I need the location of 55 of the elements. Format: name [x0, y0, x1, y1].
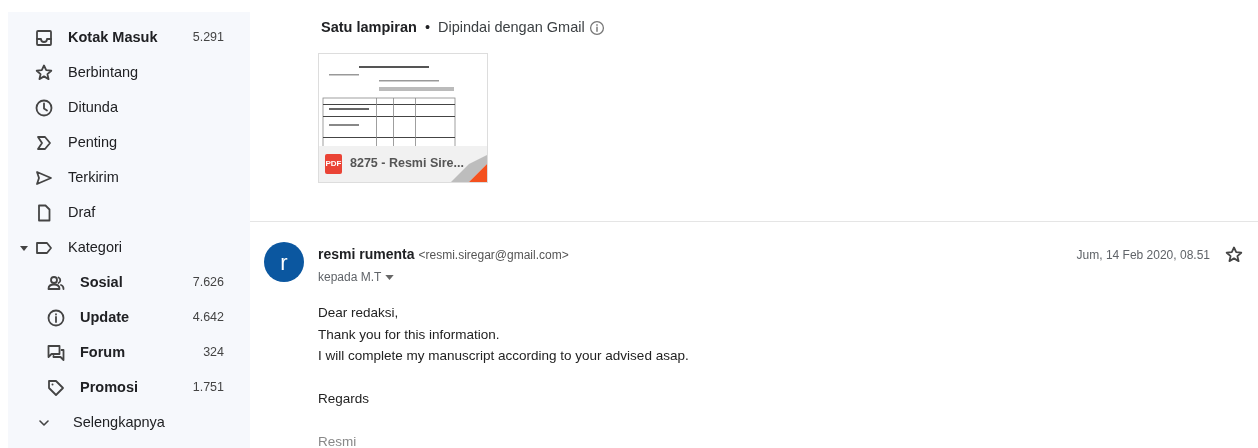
sidebar-item[interactable]: Update 4.642 — [8, 300, 250, 335]
chevron-down-icon — [39, 419, 49, 426]
sidebar-item[interactable]: Berbintang — [8, 55, 250, 90]
item-label: Draf — [68, 202, 97, 222]
unread-count: 1.751 — [192, 379, 224, 397]
dropdown-icon[interactable] — [385, 274, 395, 280]
item-label: Update — [80, 307, 131, 327]
item-label: Selengkapnya — [73, 412, 166, 432]
item-label: Sosial — [80, 272, 124, 292]
body-text: Dear redaksi, — [318, 304, 400, 322]
sidebar-item[interactable]: Kategori — [8, 230, 250, 265]
sidebar-item[interactable]: Terkirim — [8, 160, 250, 195]
recipient-text: kepada M.T — [318, 269, 382, 286]
body-text: Regards — [318, 390, 371, 408]
body-text: Thank you for this information. — [318, 325, 501, 344]
unread-count: 5.291 — [192, 29, 224, 47]
clock-icon — [34, 97, 54, 118]
sender-name: resmi rumenta — [318, 245, 415, 264]
message-date: Jum, 14 Feb 2020, 08.51 — [1076, 246, 1210, 264]
separator-dot: • — [424, 18, 430, 37]
unread-count: 324 — [203, 344, 224, 362]
inbox-icon — [34, 27, 54, 48]
item-label: Berbintang — [68, 62, 140, 82]
info-icon — [46, 307, 66, 328]
pdf-icon: PDF — [325, 153, 342, 174]
item-label: Kategori — [68, 237, 123, 257]
attachment-count: Satu lampiran — [321, 18, 417, 37]
item-label: Kotak Masuk — [68, 27, 159, 47]
body-text: I will complete my manuscript according to your advised asap. — [318, 347, 690, 365]
chat-icon — [46, 342, 66, 363]
item-label: Forum — [80, 342, 127, 362]
sidebar-item[interactable]: Draf — [8, 195, 250, 230]
star-icon — [34, 62, 54, 83]
unread-count: 7.626 — [192, 274, 224, 292]
sidebar-item[interactable]: Penting — [8, 125, 250, 160]
scan-note: Dipindai dengan Gmail — [437, 18, 585, 37]
sender-email: <resmi.siregar@gmail.com> — [418, 246, 569, 264]
avatar: r — [264, 242, 304, 282]
signature-text: Resmi — [318, 433, 358, 448]
info-icon[interactable] — [588, 19, 605, 36]
star-icon[interactable] — [1224, 244, 1244, 265]
sidebar-item[interactable]: Ditunda — [8, 90, 250, 125]
item-label: Penting — [68, 132, 119, 152]
sidebar-item[interactable]: Promosi 1.751 — [8, 370, 250, 405]
item-label: Terkirim — [68, 167, 120, 187]
sidebar-item[interactable]: Forum 324 — [8, 335, 250, 370]
item-label: Ditunda — [68, 97, 119, 117]
tag-icon — [46, 377, 66, 398]
sidebar-item[interactable]: Selengkapnya — [8, 405, 250, 440]
sidebar-item[interactable]: Kotak Masuk 5.291 — [8, 20, 250, 55]
attachment-card[interactable]: PDF 8275 - Resmi Sire... — [318, 52, 488, 183]
unread-count: 4.642 — [192, 309, 224, 327]
item-label: Promosi — [80, 377, 139, 397]
sidebar-item[interactable]: Sosial 7.626 — [8, 265, 250, 300]
file-name: 8275 - Resmi Sire... — [350, 155, 464, 173]
